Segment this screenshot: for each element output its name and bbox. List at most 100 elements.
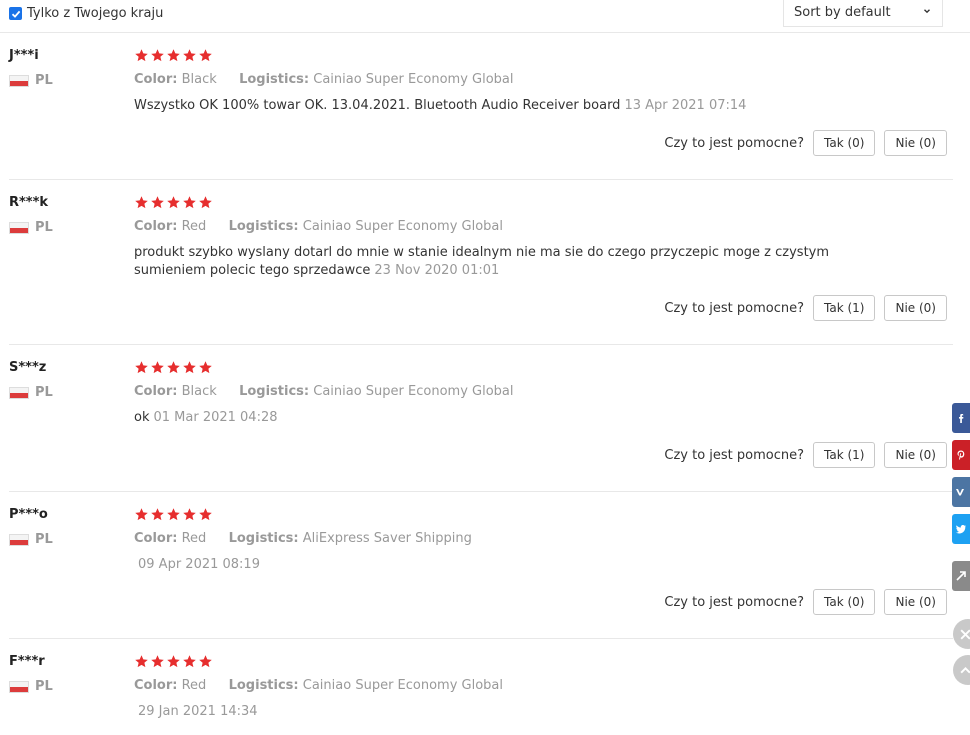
review-meta: Color: Black Logistics: Cainiao Super Ec… (134, 384, 514, 399)
helpful-yes-button[interactable]: Tak (1) (813, 442, 876, 468)
country-code: PL (35, 73, 53, 88)
email-share-button[interactable] (952, 561, 970, 591)
helpful-no-button[interactable]: Nie (0) (884, 295, 947, 321)
helpful-no-button[interactable]: Nie (0) (884, 130, 947, 156)
helpful-label: Czy to jest pomocne? (664, 135, 805, 151)
logistics-value: Cainiao Super Economy Global (302, 219, 504, 234)
star-icon (183, 655, 196, 668)
helpful-no-button[interactable]: Nie (0) (884, 442, 947, 468)
sort-select-value: Sort by default (794, 5, 891, 20)
pinterest-share-button[interactable] (952, 440, 970, 470)
star-icon (167, 508, 180, 521)
vk-share-button[interactable] (952, 477, 970, 507)
country-code: PL (35, 220, 53, 235)
poland-flag-icon (9, 74, 29, 87)
close-share-button[interactable] (953, 619, 970, 649)
sort-select[interactable]: Sort by default (783, 0, 943, 27)
helpful-row: Czy to jest pomocne? Tak (1) Nie (0) (664, 295, 947, 321)
helpful-label: Czy to jest pomocne? (664, 447, 805, 463)
twitter-share-button[interactable] (952, 514, 970, 544)
email-icon (956, 571, 966, 581)
country-filter[interactable]: Tylko z Twojego kraju (9, 6, 163, 21)
star-rating (134, 195, 213, 210)
star-icon (183, 508, 196, 521)
reviewer-country: PL (9, 73, 53, 88)
reviewer-country: PL (9, 220, 53, 235)
country-code: PL (35, 532, 53, 547)
star-icon (151, 361, 164, 374)
star-icon (199, 361, 212, 374)
star-icon (199, 49, 212, 62)
review-text: Wszystko OK 100% towar OK. 13.04.2021. B… (134, 98, 621, 113)
twitter-icon (955, 525, 966, 534)
review-meta: Color: Black Logistics: Cainiao Super Ec… (134, 72, 514, 87)
star-icon (135, 196, 148, 209)
color-value: Black (181, 72, 217, 87)
logistics-value: Cainiao Super Economy Global (302, 678, 504, 693)
review-item: S***z PL Color: Black Logistics: Cainiao… (9, 360, 953, 492)
star-icon (135, 655, 148, 668)
review-meta: Color: Red Logistics: AliExpress Saver S… (134, 531, 472, 546)
star-icon (183, 49, 196, 62)
star-rating (134, 507, 213, 522)
star-icon (167, 655, 180, 668)
reviewer-country: PL (9, 532, 53, 547)
star-rating (134, 654, 213, 669)
logistics-key: Logistics: (228, 531, 299, 546)
star-icon (151, 196, 164, 209)
star-icon (151, 508, 164, 521)
review-item: P***o PL Color: Red Logistics: AliExpres… (9, 507, 953, 639)
star-icon (199, 508, 212, 521)
helpful-row: Czy to jest pomocne? Tak (1) Nie (0) (664, 442, 947, 468)
country-code: PL (35, 385, 53, 400)
star-icon (199, 655, 212, 668)
helpful-label: Czy to jest pomocne? (664, 594, 805, 610)
facebook-icon (959, 414, 964, 423)
color-value: Red (181, 531, 207, 546)
review-date: 01 Mar 2021 04:28 (153, 410, 278, 425)
chevron-down-icon (924, 9, 930, 14)
color-key: Color: (134, 219, 178, 234)
reviewer-name: R***k (9, 195, 49, 210)
review-meta: Color: Red Logistics: Cainiao Super Econ… (134, 678, 503, 693)
reviewer-name: J***i (9, 48, 39, 63)
color-key: Color: (134, 384, 178, 399)
scroll-top-button[interactable] (953, 655, 970, 685)
review-text-block: 09 Apr 2021 08:19 (134, 556, 894, 574)
reviewer-country: PL (9, 385, 53, 400)
star-icon (135, 49, 148, 62)
helpful-yes-button[interactable]: Tak (0) (813, 130, 876, 156)
review-meta: Color: Red Logistics: Cainiao Super Econ… (134, 219, 503, 234)
country-code: PL (35, 679, 53, 694)
country-filter-checkbox[interactable] (9, 7, 22, 20)
poland-flag-icon (9, 680, 29, 693)
helpful-yes-button[interactable]: Tak (0) (813, 589, 876, 615)
review-text: ok (134, 410, 150, 425)
star-icon (151, 49, 164, 62)
vk-icon (956, 489, 964, 496)
reviewer-name: P***o (9, 507, 48, 522)
poland-flag-icon (9, 533, 29, 546)
color-key: Color: (134, 72, 178, 87)
helpful-yes-button[interactable]: Tak (1) (813, 295, 876, 321)
facebook-share-button[interactable] (952, 403, 970, 433)
poland-flag-icon (9, 221, 29, 234)
star-icon (135, 508, 148, 521)
review-item: F***r PL Color: Red Logistics: Cainiao S… (9, 654, 953, 735)
color-value: Red (181, 219, 207, 234)
review-item: J***i PL Color: Black Logistics: Cainiao… (9, 48, 953, 180)
color-value: Red (181, 678, 207, 693)
helpful-row: Czy to jest pomocne? Tak (0) Nie (0) (664, 589, 947, 615)
country-filter-label: Tylko z Twojego kraju (27, 6, 164, 21)
reviewer-name: F***r (9, 654, 45, 669)
star-icon (183, 361, 196, 374)
helpful-no-button[interactable]: Nie (0) (884, 589, 947, 615)
pinterest-icon (957, 450, 965, 460)
star-icon (151, 655, 164, 668)
color-key: Color: (134, 531, 178, 546)
logistics-key: Logistics: (239, 72, 310, 87)
helpful-label: Czy to jest pomocne? (664, 300, 805, 316)
logistics-value: Cainiao Super Economy Global (313, 72, 514, 87)
star-icon (167, 196, 180, 209)
color-value: Black (181, 384, 217, 399)
